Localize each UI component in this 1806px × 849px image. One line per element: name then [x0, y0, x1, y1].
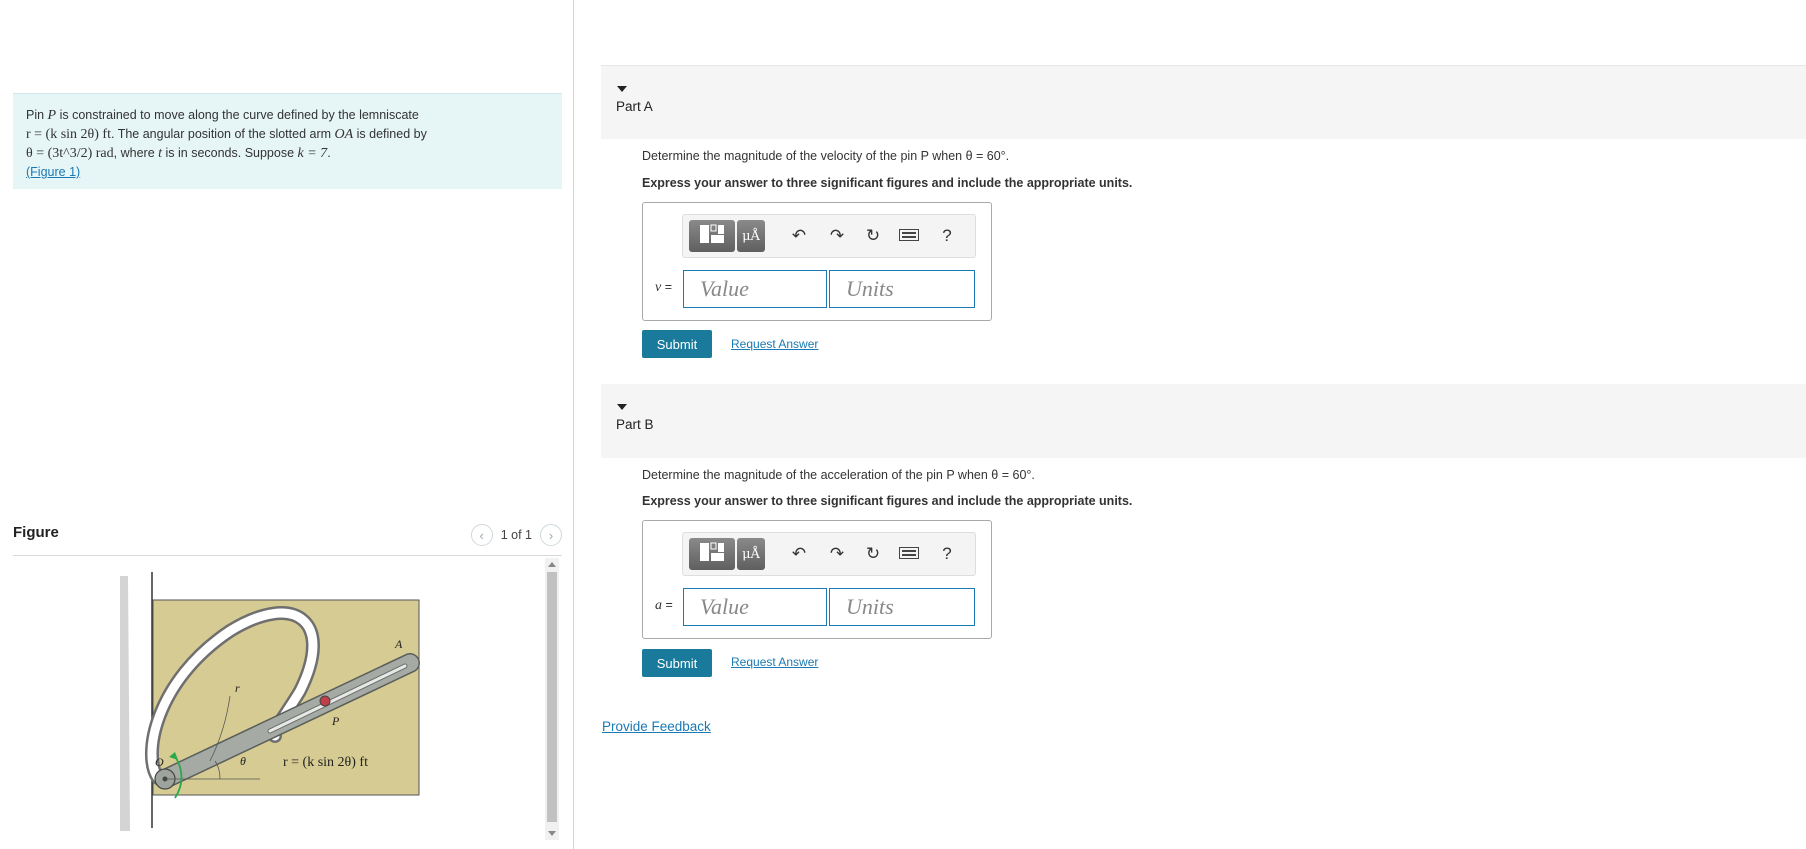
theta-equation: θ = (3t^3/2) rad: [26, 146, 114, 161]
reset-button[interactable]: ↻: [861, 224, 885, 248]
undo-button[interactable]: ↶: [787, 224, 811, 248]
part-b-submit-button[interactable]: Submit: [642, 649, 712, 677]
undo-icon: ↶: [791, 544, 807, 563]
part-a-units-input[interactable]: Units: [829, 270, 975, 308]
units-icon: μÅ: [742, 546, 760, 562]
collapse-caret-icon[interactable]: [617, 404, 627, 410]
keyboard-button[interactable]: [897, 542, 921, 566]
help-button[interactable]: ?: [935, 542, 959, 566]
keyboard-button[interactable]: [897, 224, 921, 248]
label-equation: r = (k sin 2θ) ft: [283, 755, 368, 770]
part-a-var-label: v =: [655, 280, 672, 295]
scroll-thumb[interactable]: [547, 572, 557, 822]
templates-icon: [699, 223, 725, 249]
help-button[interactable]: ?: [935, 224, 959, 248]
problem-line-3: θ = (3t^3/2) rad, where t is in seconds.…: [26, 146, 331, 161]
problem-statement: Pin P is constrained to move along the c…: [13, 93, 562, 189]
help-icon: ?: [942, 544, 952, 563]
problem-line-1: Pin P is constrained to move along the c…: [26, 108, 419, 123]
scroll-up-arrow[interactable]: [548, 562, 556, 567]
keyboard-icon: [899, 226, 919, 246]
templates-button[interactable]: [689, 220, 735, 252]
problem-line-2: r = (k sin 2θ) ft. The angular position …: [26, 127, 427, 142]
part-b-request-answer-link[interactable]: Request Answer: [731, 655, 818, 669]
reset-icon: ↻: [865, 226, 881, 245]
figure-header: Figure ‹ 1 of 1 ›: [13, 520, 562, 556]
lemniscate-diagram: A P r O θ r = (k sin 2θ) ft: [120, 572, 420, 831]
label-a: A: [394, 637, 403, 651]
figure-link[interactable]: (Figure 1): [26, 165, 80, 179]
help-icon: ?: [942, 226, 952, 245]
chevron-right-icon: ›: [548, 527, 554, 543]
units-button[interactable]: μÅ: [737, 538, 765, 570]
scroll-down-arrow[interactable]: [548, 831, 556, 836]
next-figure-button[interactable]: ›: [540, 524, 562, 546]
part-a-title: Part A: [616, 99, 653, 114]
lemniscate-equation: r = (k sin 2θ) ft: [26, 127, 111, 142]
redo-button[interactable]: ↷: [825, 224, 849, 248]
prev-figure-button[interactable]: ‹: [470, 524, 493, 546]
templates-icon: [699, 541, 725, 567]
keyboard-icon: [899, 544, 919, 564]
part-a-header[interactable]: Part A: [601, 65, 1806, 139]
part-b-answer-box: μÅ ↶ ↷ ↻ ? a = Value Units: [642, 520, 992, 639]
units-icon: μÅ: [742, 228, 760, 244]
part-b-title: Part B: [616, 417, 654, 432]
reset-icon: ↻: [865, 544, 881, 563]
problem-pane: Pin P is constrained to move along the c…: [0, 0, 574, 849]
figure-nav: ‹ 1 of 1 ›: [470, 524, 562, 546]
part-a-question: Determine the magnitude of the velocity …: [642, 149, 1010, 163]
part-a-request-answer-link[interactable]: Request Answer: [731, 337, 818, 351]
reset-button[interactable]: ↻: [861, 542, 885, 566]
undo-button[interactable]: ↶: [787, 542, 811, 566]
part-a-submit-button[interactable]: Submit: [642, 330, 712, 358]
part-b-question: Determine the magnitude of the accelerat…: [642, 468, 1035, 482]
part-b-var-label: a =: [655, 598, 673, 613]
label-o: O: [155, 755, 164, 769]
redo-icon: ↷: [829, 226, 845, 245]
part-b-header[interactable]: Part B: [601, 384, 1806, 458]
provide-feedback-link[interactable]: Provide Feedback: [602, 719, 711, 734]
redo-button[interactable]: ↷: [825, 542, 849, 566]
figure-title: Figure: [13, 524, 59, 541]
part-b-value-input[interactable]: Value: [683, 588, 827, 626]
redo-icon: ↷: [829, 544, 845, 563]
part-a-answer-box: μÅ ↶ ↷ ↻ ? v = Value Units: [642, 202, 992, 321]
part-a-instruction: Express your answer to three significant…: [642, 176, 1133, 190]
undo-icon: ↶: [791, 226, 807, 245]
collapse-caret-icon[interactable]: [617, 86, 627, 92]
figure-image: A P r O θ r = (k sin 2θ) ft: [120, 566, 430, 831]
label-p: P: [331, 714, 340, 728]
figure-scrollbar[interactable]: [545, 558, 559, 840]
chevron-left-icon: ‹: [479, 527, 484, 543]
pin-p: [319, 695, 331, 707]
label-theta: θ: [240, 754, 246, 768]
templates-button[interactable]: [689, 538, 735, 570]
label-r: r: [235, 681, 240, 695]
part-a-value-input[interactable]: Value: [683, 270, 827, 308]
part-a-toolbar: μÅ ↶ ↷ ↻ ?: [682, 214, 976, 258]
units-button[interactable]: μÅ: [737, 220, 765, 252]
part-b-units-input[interactable]: Units: [829, 588, 975, 626]
part-b-toolbar: μÅ ↶ ↷ ↻ ?: [682, 532, 976, 576]
wall: [120, 576, 130, 831]
figure-counter: 1 of 1: [500, 528, 532, 542]
part-b-instruction: Express your answer to three significant…: [642, 494, 1133, 508]
